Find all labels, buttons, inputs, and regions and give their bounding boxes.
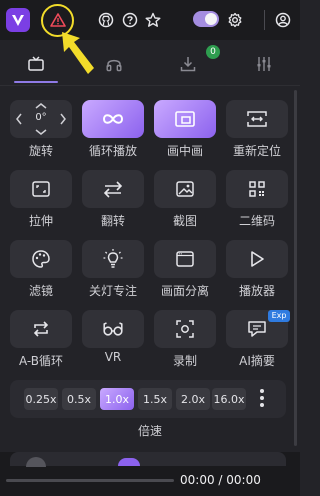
loop-button[interactable] bbox=[82, 100, 144, 138]
tab-audio[interactable] bbox=[84, 44, 144, 84]
tab-equalizer[interactable] bbox=[234, 44, 294, 84]
account-icon[interactable] bbox=[273, 10, 293, 30]
ab-loop-icon bbox=[33, 321, 49, 337]
pip-icon bbox=[175, 111, 195, 127]
tool-label: 二维码 bbox=[238, 214, 275, 228]
vr-button[interactable] bbox=[82, 310, 144, 348]
help-icon[interactable] bbox=[120, 10, 140, 30]
screenshot-button[interactable] bbox=[154, 170, 216, 208]
tool-label: 循环播放 bbox=[88, 144, 137, 158]
reposition-button[interactable] bbox=[226, 100, 288, 138]
tool-label: AI摘要 bbox=[239, 354, 275, 368]
ai-summary-icon bbox=[248, 321, 266, 337]
vr-glasses-icon bbox=[103, 322, 123, 336]
tool-label: 播放器 bbox=[238, 284, 275, 298]
speed-option[interactable]: 0.25x bbox=[24, 388, 58, 410]
tool-label: VR bbox=[104, 350, 122, 364]
github-icon[interactable] bbox=[96, 10, 116, 30]
screenshot-icon bbox=[176, 181, 194, 197]
rotate-control[interactable]: 0° bbox=[10, 100, 72, 138]
separate-view-button[interactable] bbox=[154, 240, 216, 278]
tool-label: 重新定位 bbox=[232, 144, 281, 158]
tab-bar bbox=[0, 44, 300, 84]
tool-label: 旋转 bbox=[28, 144, 53, 158]
active-tab-indicator bbox=[14, 81, 58, 83]
logo-icon[interactable] bbox=[6, 8, 30, 32]
download-count-badge: 0 bbox=[206, 45, 220, 59]
time-display: 00:00 / 00:00 bbox=[180, 473, 261, 487]
gear-icon[interactable] bbox=[225, 10, 245, 30]
lights-off-button[interactable] bbox=[82, 240, 144, 278]
experimental-tag: Exp bbox=[268, 310, 290, 322]
rotate-value: 0° bbox=[35, 112, 47, 123]
reposition-icon bbox=[247, 111, 267, 127]
stretch-icon bbox=[32, 181, 50, 197]
tv-icon bbox=[27, 55, 45, 73]
top-bar bbox=[0, 0, 300, 40]
tab-video[interactable] bbox=[6, 44, 66, 84]
equalizer-icon bbox=[255, 55, 273, 73]
divider bbox=[0, 85, 300, 86]
speed-option[interactable]: 16.0x bbox=[212, 388, 246, 410]
tool-label: 截图 bbox=[172, 214, 197, 228]
bulb-icon bbox=[103, 249, 123, 268]
toggle-knob bbox=[205, 13, 217, 25]
qrcode-icon bbox=[249, 181, 265, 197]
next-panel-peek bbox=[10, 452, 286, 466]
speed-label: 倍速 bbox=[137, 424, 162, 438]
ab-loop-button[interactable] bbox=[10, 310, 72, 348]
tool-label: 滤镜 bbox=[28, 284, 53, 298]
download-icon bbox=[179, 55, 197, 73]
progress-bar[interactable] bbox=[6, 479, 174, 482]
divider bbox=[264, 10, 265, 30]
tool-label: 关灯专注 bbox=[88, 284, 137, 298]
tool-label: 画面分离 bbox=[160, 284, 209, 298]
filter-button[interactable] bbox=[10, 240, 72, 278]
tool-label: A-B循环 bbox=[18, 354, 64, 368]
loop-icon bbox=[102, 114, 124, 124]
speed-option[interactable]: 0.5x bbox=[62, 388, 96, 410]
pip-button[interactable] bbox=[154, 100, 216, 138]
stretch-button[interactable] bbox=[10, 170, 72, 208]
window-icon bbox=[176, 251, 194, 267]
peek-accent bbox=[118, 458, 140, 466]
theme-toggle[interactable] bbox=[193, 11, 219, 27]
play-icon bbox=[251, 251, 264, 267]
speed-option[interactable]: 2.0x bbox=[176, 388, 210, 410]
flip-button[interactable] bbox=[82, 170, 144, 208]
star-icon[interactable] bbox=[143, 10, 163, 30]
qrcode-button[interactable] bbox=[226, 170, 288, 208]
tool-label: 拉伸 bbox=[28, 214, 53, 228]
record-button[interactable] bbox=[154, 310, 216, 348]
scrollbar[interactable] bbox=[294, 90, 297, 446]
more-icon[interactable] bbox=[258, 387, 266, 411]
record-icon bbox=[176, 320, 194, 338]
palette-icon bbox=[32, 250, 50, 268]
tool-label: 画中画 bbox=[166, 144, 203, 158]
speed-option-selected[interactable]: 1.0x bbox=[100, 388, 134, 410]
player-button[interactable] bbox=[226, 240, 288, 278]
tool-label: 录制 bbox=[172, 354, 197, 368]
tool-label: 翻转 bbox=[100, 214, 125, 228]
speed-option[interactable]: 1.5x bbox=[138, 388, 172, 410]
flip-icon bbox=[103, 181, 123, 198]
headphones-icon bbox=[105, 55, 123, 73]
